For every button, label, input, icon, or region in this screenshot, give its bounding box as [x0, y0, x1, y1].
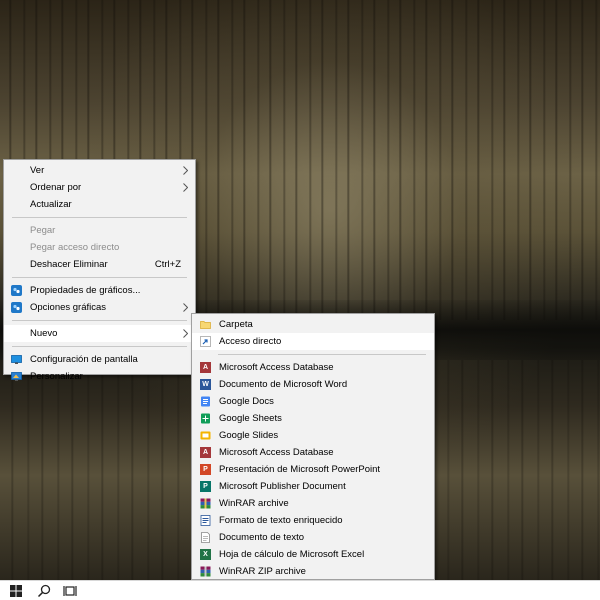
menu-separator: [218, 354, 426, 355]
submenu-item-excel[interactable]: X Hoja de cálculo de Microsoft Excel: [192, 546, 434, 563]
personalize-icon: [11, 371, 22, 382]
menu-item-label: Carpeta: [219, 319, 253, 330]
menu-item-label: Nuevo: [30, 328, 58, 339]
menu-item-nuevo[interactable]: Nuevo: [4, 325, 195, 342]
menu-item-label: Formato de texto enriquecido: [219, 515, 343, 526]
search-icon[interactable]: [36, 583, 52, 599]
rtf-icon: [200, 515, 211, 526]
menu-item-deshacer-eliminar[interactable]: Deshacer Eliminar Ctrl+Z: [4, 256, 195, 273]
menu-item-label: Google Slides: [219, 430, 279, 441]
menu-item-actualizar[interactable]: Actualizar: [4, 196, 195, 213]
google-docs-icon: [200, 396, 211, 407]
submenu-item-acceso-directo[interactable]: Acceso directo: [192, 333, 434, 350]
submenu-item-carpeta[interactable]: Carpeta: [192, 316, 434, 333]
menu-item-label: Hoja de cálculo de Microsoft Excel: [219, 549, 365, 560]
task-view-icon[interactable]: [63, 583, 79, 599]
display-settings-icon: [11, 354, 22, 365]
menu-item-label: Microsoft Access Database: [219, 447, 334, 458]
winrar-zip-icon: [200, 566, 211, 577]
menu-item-label: Opciones gráficas: [30, 302, 107, 313]
text-document-icon: [200, 532, 211, 543]
menu-item-label: Configuración de pantalla: [30, 354, 138, 365]
submenu-item-text-document[interactable]: Documento de texto: [192, 529, 434, 546]
menu-item-label: WinRAR ZIP archive: [219, 566, 306, 577]
intel-graphics-icon: [11, 302, 22, 313]
chevron-right-icon: [183, 183, 188, 192]
submenu-item-rtf[interactable]: Formato de texto enriquecido: [192, 512, 434, 529]
menu-item-label: Documento de Microsoft Word: [219, 379, 348, 390]
chevron-right-icon: [183, 329, 188, 338]
excel-icon: X: [200, 549, 211, 560]
submenu-item-publisher[interactable]: P Microsoft Publisher Document: [192, 478, 434, 495]
menu-item-label: Google Docs: [219, 396, 274, 407]
menu-item-label: Propiedades de gráficos...: [30, 285, 141, 296]
windows-start-icon[interactable]: [8, 583, 24, 599]
menu-item-configuracion-pantalla[interactable]: Configuración de pantalla: [4, 351, 195, 368]
menu-item-pegar-acceso-directo: Pegar acceso directo: [4, 239, 195, 256]
submenu-item-winrar-zip[interactable]: WinRAR ZIP archive: [192, 563, 434, 580]
menu-separator: [12, 320, 187, 321]
menu-item-label: Actualizar: [30, 199, 72, 210]
chevron-right-icon: [183, 166, 188, 175]
desktop-context-menu: Ver Ordenar por Actualizar Pegar Pegar a…: [3, 159, 196, 382]
menu-item-label: Deshacer Eliminar: [30, 259, 108, 270]
menu-item-propiedades-graficos[interactable]: Propiedades de gráficos...: [4, 282, 195, 299]
new-submenu: Carpeta Acceso directo A Microsoft Acces…: [191, 313, 435, 580]
chevron-right-icon: [183, 303, 188, 312]
menu-item-label: Microsoft Publisher Document: [219, 481, 346, 492]
menu-item-label: Ordenar por: [30, 182, 82, 193]
folder-icon: [200, 319, 211, 330]
menu-item-label: Ver: [30, 165, 45, 176]
winrar-icon: [200, 498, 211, 509]
submenu-item-powerpoint[interactable]: P Presentación de Microsoft PowerPoint: [192, 461, 434, 478]
menu-item-shortcut: Ctrl+Z: [154, 259, 181, 270]
submenu-item-google-sheets[interactable]: Google Sheets: [192, 410, 434, 427]
submenu-item-word[interactable]: W Documento de Microsoft Word: [192, 376, 434, 393]
publisher-icon: P: [200, 481, 211, 492]
menu-item-personalizar[interactable]: Personalizar: [4, 368, 195, 385]
menu-item-pegar: Pegar: [4, 222, 195, 239]
google-sheets-icon: [200, 413, 211, 424]
word-icon: W: [200, 379, 211, 390]
menu-separator: [12, 217, 187, 218]
menu-item-label: Documento de texto: [219, 532, 305, 543]
menu-item-label: Presentación de Microsoft PowerPoint: [219, 464, 381, 475]
powerpoint-icon: P: [200, 464, 211, 475]
shortcut-icon: [200, 336, 211, 347]
menu-item-label: Pegar: [30, 225, 56, 236]
access-icon: A: [200, 447, 211, 458]
access-icon: A: [200, 362, 211, 373]
menu-separator: [12, 346, 187, 347]
menu-item-opciones-graficas[interactable]: Opciones gráficas: [4, 299, 195, 316]
submenu-item-access-database[interactable]: A Microsoft Access Database: [192, 359, 434, 376]
submenu-item-google-docs[interactable]: Google Docs: [192, 393, 434, 410]
menu-separator: [12, 277, 187, 278]
menu-item-ver[interactable]: Ver: [4, 162, 195, 179]
submenu-item-google-slides[interactable]: Google Slides: [192, 427, 434, 444]
menu-item-label: Personalizar: [30, 371, 83, 382]
submenu-item-winrar[interactable]: WinRAR archive: [192, 495, 434, 512]
menu-item-label: Google Sheets: [219, 413, 282, 424]
google-slides-icon: [200, 430, 211, 441]
menu-item-label: Pegar acceso directo: [30, 242, 120, 253]
taskbar: [0, 580, 600, 600]
intel-graphics-icon: [11, 285, 22, 296]
menu-item-label: Microsoft Access Database: [219, 362, 334, 373]
menu-item-ordenar-por[interactable]: Ordenar por: [4, 179, 195, 196]
menu-item-label: WinRAR archive: [219, 498, 289, 509]
menu-item-label: Acceso directo: [219, 336, 282, 347]
submenu-item-access-database-2[interactable]: A Microsoft Access Database: [192, 444, 434, 461]
